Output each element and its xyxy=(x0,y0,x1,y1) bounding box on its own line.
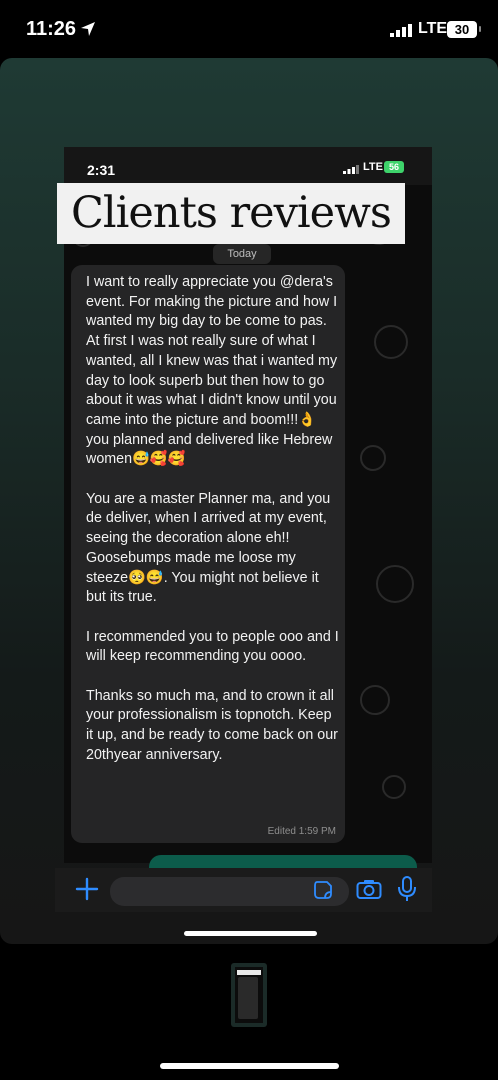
message-paragraph: I recommended you to people ooo and I wi… xyxy=(86,628,339,665)
message-paragraph: Thanks so much ma, and to crown it all y… xyxy=(86,687,338,763)
camera-icon[interactable] xyxy=(356,878,382,900)
message-paragraph: You are a master Planner ma, and you de … xyxy=(86,490,331,606)
status-bar: 11:26 LTE 30 xyxy=(0,0,498,58)
message-text: I want to really appreciate you @dera's … xyxy=(86,273,341,766)
message-paragraph: I want to really appreciate you @dera's … xyxy=(86,274,338,468)
message-bubble[interactable]: I want to really appreciate you @dera's … xyxy=(71,265,345,843)
embedded-status-time: 2:31 xyxy=(87,162,116,178)
wallpaper-doodle xyxy=(382,775,406,799)
page-title: Clients reviews xyxy=(71,188,392,238)
sticker-icon[interactable] xyxy=(313,880,333,900)
wallpaper-doodle xyxy=(360,445,386,471)
battery-tip xyxy=(479,26,481,32)
wallpaper-doodle xyxy=(376,565,414,603)
date-chip: Today xyxy=(213,244,271,264)
edited-label: Edited xyxy=(267,826,296,837)
microphone-icon[interactable] xyxy=(397,876,417,902)
thumbnail-content xyxy=(235,967,263,1023)
embedded-battery-icon: 56 xyxy=(384,161,404,173)
screenshot-thumbnail[interactable] xyxy=(231,963,267,1027)
plus-icon[interactable] xyxy=(74,876,100,902)
edited-time: 1:59 PM xyxy=(298,826,336,837)
network-label: LTE xyxy=(418,20,448,37)
battery-icon: 30 xyxy=(447,21,477,38)
title-banner: Clients reviews xyxy=(57,183,405,244)
wallpaper-doodle xyxy=(374,325,408,359)
location-arrow-icon xyxy=(81,22,95,36)
home-indicator[interactable] xyxy=(160,1063,339,1069)
embedded-status-bar: 2:31 LTE 56 xyxy=(64,147,432,185)
thumbnail-title xyxy=(237,970,261,975)
embedded-signal-icon xyxy=(343,165,359,174)
thumbnail-bubble xyxy=(238,977,258,1019)
embedded-network-label: LTE xyxy=(363,161,383,173)
status-time: 11:26 xyxy=(26,18,77,40)
edited-timestamp: Edited 1:59 PM xyxy=(268,826,336,837)
preview-home-indicator xyxy=(184,931,317,936)
wallpaper-doodle xyxy=(360,685,390,715)
signal-icon xyxy=(390,24,412,37)
